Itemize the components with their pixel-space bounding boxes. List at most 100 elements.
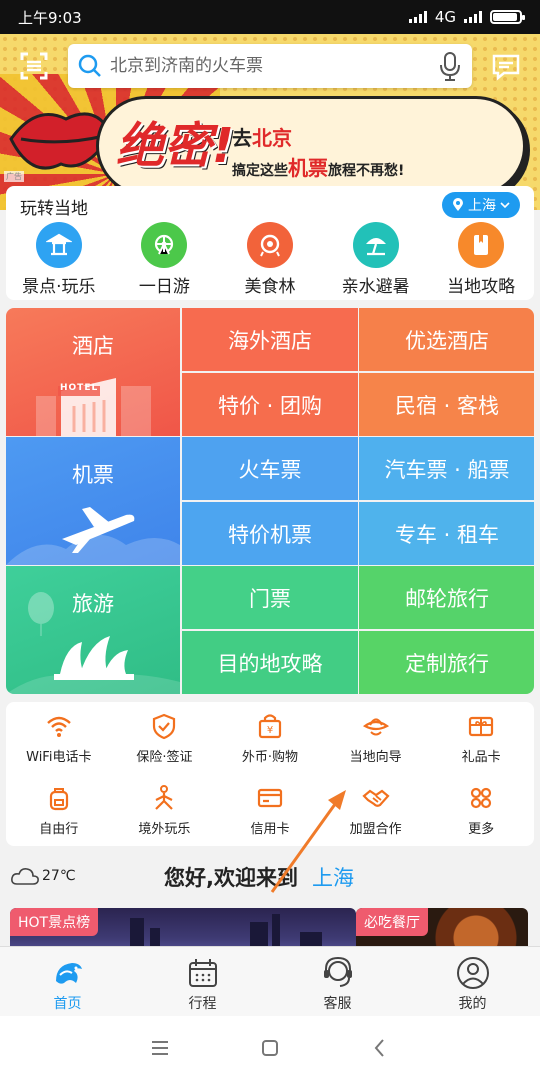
airplane-icon: [6, 507, 180, 565]
service-free-travel[interactable]: 自由行: [6, 784, 112, 837]
backpack-icon: [49, 788, 68, 811]
weather-widget: 27℃: [10, 866, 76, 886]
service-currency-shopping[interactable]: ¥ 外币·购物: [217, 712, 323, 765]
search-input[interactable]: [110, 56, 438, 76]
deal-groupbuy-button[interactable]: 特价 · 团购: [182, 373, 358, 436]
location-pin-icon: [453, 198, 463, 211]
beach-umbrella-icon: [352, 222, 399, 268]
local-item-label: 美食林: [244, 277, 296, 297]
hot-attractions-tag: HOT景点榜: [10, 908, 99, 936]
local-item-label: 一日游: [138, 277, 190, 297]
service-more[interactable]: 更多: [428, 784, 534, 837]
train-ticket-button[interactable]: 火车票: [182, 437, 358, 500]
status-time: 上午9:03: [18, 8, 82, 27]
travel-button[interactable]: 旅游: [6, 566, 180, 694]
tab-customer-service[interactable]: 客服: [270, 947, 405, 1016]
main-service-grid: 酒店 HOTEL 海外酒店 优选酒店 特价 · 团购 民宿 · 客栈 机票 火车…: [6, 308, 534, 694]
network-label: 4G: [434, 8, 456, 26]
service-credit-card[interactable]: 信用卡: [217, 784, 323, 837]
city-selector[interactable]: 上海: [442, 192, 520, 218]
ad-mark: 广告: [4, 171, 24, 182]
tab-home[interactable]: 首页: [0, 947, 135, 1016]
service-local-guide[interactable]: 当地向导: [323, 712, 429, 765]
chevron-down-icon: [500, 202, 510, 209]
banner-line2: 搞定这些机票旅程不再愁!: [232, 156, 405, 180]
must-eat-tag: 必吃餐厅: [356, 908, 428, 936]
temperature: 27℃: [42, 868, 76, 884]
preferred-hotel-button[interactable]: 优选酒店: [359, 308, 534, 371]
travel-row: 旅游 门票 邮轮旅行 目的地攻略 定制旅行: [6, 566, 534, 694]
local-item-food[interactable]: 美食林: [217, 222, 323, 297]
food-medal-icon: [246, 222, 293, 268]
flight-button[interactable]: 机票: [6, 437, 180, 565]
tab-label: 我的: [458, 996, 487, 1012]
wifi-icon: [46, 716, 71, 737]
signal-icon-2: [464, 11, 482, 23]
welcome-city[interactable]: 上海: [312, 862, 354, 892]
service-label: 外币·购物: [241, 750, 299, 765]
service-wifi-sim[interactable]: WiFi电话卡: [6, 712, 112, 765]
status-icons: 4G: [408, 8, 525, 26]
svg-text:¥: ¥: [267, 725, 273, 736]
microphone-icon[interactable]: [438, 51, 462, 81]
tab-label: 客服: [323, 996, 352, 1012]
service-label: 更多: [468, 822, 495, 837]
local-item-attractions[interactable]: 景点·玩乐: [6, 222, 112, 297]
menu-icon[interactable]: [150, 1038, 170, 1058]
service-label: 礼品卡: [461, 750, 501, 765]
home-square-icon[interactable]: [260, 1038, 280, 1058]
welcome-text: 您好,欢迎来到: [164, 866, 298, 890]
local-item-water[interactable]: 亲水避暑: [323, 222, 429, 297]
overseas-hotel-button[interactable]: 海外酒店: [182, 308, 358, 371]
guide-book-icon: [458, 222, 505, 268]
destination-guide-button[interactable]: 目的地攻略: [182, 631, 358, 694]
banner-headline: 绝密!: [116, 118, 234, 174]
guide-hat-icon: [362, 718, 389, 736]
back-icon[interactable]: [370, 1038, 390, 1058]
hotel-button[interactable]: 酒店 HOTEL: [6, 308, 180, 436]
service-franchise[interactable]: 加盟合作: [323, 784, 429, 837]
service-label: 当地向导: [349, 750, 402, 765]
homestay-inn-button[interactable]: 民宿 · 客栈: [359, 373, 534, 436]
local-item-day-tour[interactable]: 一日游: [112, 222, 218, 297]
local-item-guide[interactable]: 当地攻略: [428, 222, 534, 297]
hotel-sign: HOTEL: [60, 383, 99, 393]
bus-ferry-ticket-button[interactable]: 汽车票 · 船票: [359, 437, 534, 500]
discount-flight-button[interactable]: 特价机票: [182, 502, 358, 565]
service-overseas-fun[interactable]: 境外玩乐: [112, 784, 218, 837]
user-icon: [456, 957, 489, 989]
service-label: 保险·签证: [136, 750, 193, 765]
service-gift-card[interactable]: 礼品卡: [428, 712, 534, 765]
tab-itinerary[interactable]: 行程: [135, 947, 270, 1016]
hotel-building-icon: [36, 378, 151, 436]
hotel-label: 酒店: [72, 334, 114, 358]
service-insurance-visa[interactable]: 保险·签证: [112, 712, 218, 765]
service-label: 加盟合作: [349, 822, 402, 837]
message-button[interactable]: [486, 46, 526, 86]
local-play-card: 玩转当地 上海 景点·玩乐 一日游 美食林 亲水避暑 当地攻略: [6, 186, 534, 300]
credit-card-icon: [257, 788, 283, 808]
tab-label: 行程: [188, 996, 217, 1012]
local-item-label: 亲水避暑: [341, 277, 410, 297]
search-bar[interactable]: [68, 44, 472, 88]
custom-travel-button[interactable]: 定制旅行: [359, 631, 534, 694]
pavilion-icon: [35, 222, 82, 268]
local-title: 玩转当地: [20, 199, 88, 219]
service-label: 自由行: [39, 822, 79, 837]
search-icon: [78, 54, 101, 77]
tab-label: 首页: [53, 996, 82, 1012]
city-label: 上海: [468, 198, 496, 214]
shopping-bag-icon: ¥: [258, 714, 282, 739]
system-nav-bar: [0, 1016, 540, 1080]
tab-profile[interactable]: 我的: [405, 947, 540, 1016]
hotel-row: 酒店 HOTEL 海外酒店 优选酒店 特价 · 团购 民宿 · 客栈: [6, 308, 534, 436]
yoga-icon: [155, 785, 174, 810]
local-item-label: 景点·玩乐: [22, 277, 96, 297]
admission-ticket-button[interactable]: 门票: [182, 566, 358, 629]
car-rental-button[interactable]: 专车 · 租车: [359, 502, 534, 565]
handshake-icon: [361, 789, 390, 807]
scan-button[interactable]: [14, 46, 54, 86]
flight-label: 机票: [72, 463, 114, 487]
more-grid-icon: [471, 787, 492, 809]
cruise-travel-button[interactable]: 邮轮旅行: [359, 566, 534, 629]
